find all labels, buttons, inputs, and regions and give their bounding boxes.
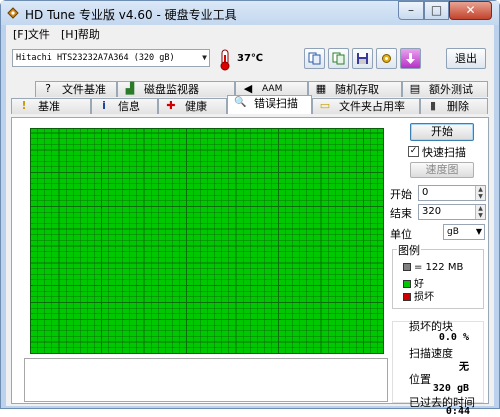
wrench-icon (382, 54, 391, 63)
window-title: HD Tune 专业版 v4.60 - 硬盘专业工具 (25, 8, 237, 22)
start-button[interactable]: 开始 (410, 123, 474, 141)
elapsed-time-value: 0:44 (445, 406, 470, 417)
app-logo-icon (7, 7, 19, 19)
legend-swatch-red (403, 293, 411, 301)
save-button[interactable] (352, 48, 373, 69)
folder-usage-icon: ▭ (319, 99, 331, 112)
stats-group: 损坏的块 0.0 % 扫描速度 无 位置 320 gB 已过去的时间 (392, 320, 484, 409)
unit-label: 单位 (390, 228, 412, 241)
tab-label: 基准 (38, 100, 60, 113)
drive-select-value: Hitachi HTS23232A7A364 (320 gB) (16, 53, 175, 63)
position-label: 位置 (409, 373, 431, 386)
legend-good: 好 (403, 275, 424, 290)
file-benchmark-icon: ? (45, 82, 51, 95)
legend-swatch-green (403, 280, 411, 288)
toolbar: Hitachi HTS23232A7A364 (320 gB) ▼ 37℃ 退出 (6, 42, 494, 72)
quick-scan-checkbox[interactable]: ✓ (408, 146, 419, 157)
error-scan-panel: 开始 ✓ 快速扫描 速度图 开始 0 ▲ ▼ 结束 320 ▲ ▼ 单位 gB ▼ 图例 … (11, 117, 489, 417)
start-field-label: 开始 (390, 188, 412, 201)
tab-label: 磁盘监视器 (144, 83, 199, 96)
start-position-value: 0 (422, 187, 429, 198)
minimize-button[interactable]: – (398, 1, 424, 20)
block-map-rows (31, 129, 383, 353)
benchmark-icon: ! (21, 99, 27, 112)
speed-map-button[interactable]: 速度图 (410, 162, 474, 178)
legend-group: 图例 = 122 MB 好 损坏 (392, 242, 484, 309)
speaker-icon: ◀ (243, 82, 253, 95)
menu-help[interactable]: [H]帮助 (61, 26, 100, 42)
tab-erase[interactable]: ▮ 删除 (420, 98, 488, 114)
tab-info[interactable]: i 信息 (91, 98, 158, 114)
tab-benchmark[interactable]: ! 基准 (11, 98, 91, 114)
chevron-down-icon: ▼ (202, 53, 207, 62)
extra-tests-icon: ▤ (409, 82, 421, 95)
end-position-input[interactable]: 320 ▲ ▼ (418, 204, 486, 220)
tab-label: 信息 (118, 100, 140, 113)
legend-damaged: 损坏 (403, 288, 434, 303)
tab-disk-monitor[interactable]: ▟ 磁盘监视器 (117, 81, 235, 97)
thermometer-icon (220, 49, 230, 71)
floppy-disk-icon (357, 53, 368, 64)
exit-button[interactable]: 退出 (446, 48, 486, 69)
tab-label: 额外测试 (429, 83, 473, 96)
tab-random-access[interactable]: ▦ 随机存取 (308, 81, 402, 97)
copy-icon (308, 52, 321, 65)
client-area: [F]文件 [H]帮助 Hitachi HTS23232A7A364 (320 … (6, 25, 494, 417)
spin-arrows-icon[interactable]: ▲ ▼ (475, 205, 485, 219)
copy-image-icon (332, 52, 345, 65)
temperature-readout: 37℃ (237, 53, 264, 64)
error-scan-icon: 🔍 (234, 97, 247, 108)
position-value: 320 gB (432, 383, 469, 394)
legend-text: 损坏 (414, 292, 434, 303)
options-button[interactable] (376, 48, 397, 69)
start-position-input[interactable]: 0 ▲ ▼ (418, 185, 486, 201)
tab-error-scan[interactable]: 🔍 错误扫描 (227, 95, 312, 114)
tab-file-benchmark[interactable]: ? 文件基准 (35, 81, 117, 97)
tab-label: 删除 (447, 100, 469, 113)
legend-swatch-gray (403, 263, 411, 271)
tab-extra-tests[interactable]: ▤ 额外测试 (402, 81, 488, 97)
tab-label: 文件夹占用率 (339, 100, 405, 113)
damaged-blocks-value: 0.0 % (438, 332, 469, 343)
arrow-down-icon (406, 53, 415, 64)
menu-bar: [F]文件 [H]帮助 (6, 25, 494, 41)
erase-icon: ▮ (429, 99, 437, 112)
info-icon: i (102, 99, 106, 112)
end-position-value: 320 (422, 206, 442, 217)
title-bar: HD Tune 专业版 v4.60 - 硬盘专业工具 – □ ✕ (1, 1, 499, 25)
spin-arrows-icon[interactable]: ▲ ▼ (475, 186, 485, 200)
tab-health[interactable]: ✚ 健康 (158, 98, 227, 114)
scan-log[interactable] (24, 358, 388, 402)
tab-label: 健康 (185, 100, 207, 113)
health-icon: ✚ (166, 99, 176, 112)
tab-folder-usage[interactable]: ▭ 文件夹占用率 (312, 98, 420, 114)
tab-label: 错误扫描 (254, 97, 298, 110)
drive-select[interactable]: Hitachi HTS23232A7A364 (320 gB) ▼ (12, 49, 210, 67)
tab-label: 随机存取 (335, 83, 379, 96)
maximize-button[interactable]: □ (424, 1, 449, 20)
chevron-down-icon: ▼ (475, 227, 482, 236)
end-field-label: 结束 (390, 207, 412, 220)
quick-scan-label: 快速扫描 (422, 146, 466, 159)
random-access-icon: ▦ (315, 82, 327, 95)
legend-title: 图例 (397, 242, 421, 258)
scan-speed-value: 无 (459, 362, 469, 373)
menu-file[interactable]: [F]文件 (13, 26, 50, 42)
close-button[interactable]: ✕ (449, 1, 492, 20)
app-window: HD Tune 专业版 v4.60 - 硬盘专业工具 – □ ✕ [F]文件 [… (0, 0, 500, 417)
legend-block-size: = 122 MB (403, 262, 463, 273)
download-button[interactable] (400, 48, 421, 69)
copy-screenshot-button[interactable] (328, 48, 349, 69)
scan-speed-label: 扫描速度 (409, 347, 453, 360)
copy-text-button[interactable] (304, 48, 325, 69)
unit-value: gB (447, 227, 459, 237)
unit-select[interactable]: gB ▼ (443, 224, 485, 240)
disk-monitor-icon: ▟ (125, 82, 135, 95)
legend-text: = 122 MB (414, 262, 464, 273)
block-map (30, 128, 384, 354)
tab-label: 文件基准 (62, 83, 106, 96)
